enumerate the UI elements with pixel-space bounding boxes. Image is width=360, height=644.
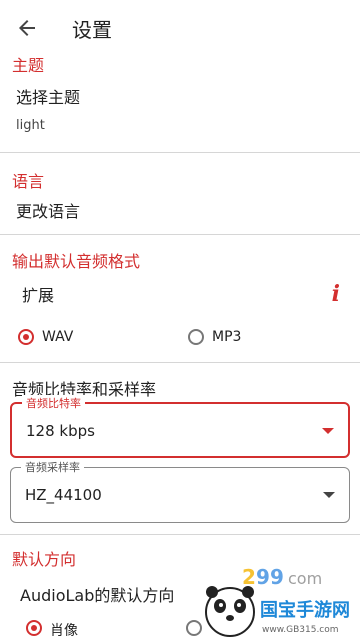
svg-text:2: 2 xyxy=(242,565,256,589)
section-title-output-format: 输出默认音频格式 xyxy=(12,252,141,271)
samplerate-field-value: HZ_44100 xyxy=(25,486,102,504)
dropdown-caret-icon xyxy=(323,492,335,498)
svg-text:国宝手游网: 国宝手游网 xyxy=(260,599,350,621)
info-icon[interactable]: i xyxy=(332,281,340,307)
bitrate-field-value: 128 kbps xyxy=(26,422,95,440)
divider xyxy=(0,234,360,235)
dropdown-caret-icon xyxy=(322,428,334,434)
svg-text:com: com xyxy=(288,569,322,588)
wav-radio[interactable] xyxy=(18,329,34,345)
svg-text:9: 9 xyxy=(256,565,270,589)
watermark-logo: 2 9 9 com 国宝手游网 www.GB315.com xyxy=(200,560,360,640)
bitrate-dropdown[interactable]: 音频比特率 128 kbps xyxy=(10,395,350,458)
page-title: 设置 xyxy=(72,18,112,42)
svg-text:www.GB315.com: www.GB315.com xyxy=(262,625,339,635)
section-title-theme: 主题 xyxy=(12,56,45,75)
svg-text:9: 9 xyxy=(270,565,284,589)
portrait-radio-label: 肖像 xyxy=(50,623,78,639)
default-orientation-label: AudioLab的默认方向 xyxy=(20,586,175,605)
portrait-radio[interactable] xyxy=(26,620,42,636)
choose-theme-item[interactable]: 选择主题 xyxy=(16,84,80,108)
change-language-item[interactable]: 更改语言 xyxy=(16,198,80,222)
app-bar: 设置 xyxy=(0,0,360,56)
divider xyxy=(0,362,360,363)
mp3-radio-label: MP3 xyxy=(212,329,242,345)
mp3-radio[interactable] xyxy=(188,329,204,345)
section-title-orientation: 默认方向 xyxy=(12,550,77,569)
samplerate-dropdown[interactable]: 音频采样率 HZ_44100 xyxy=(10,459,350,523)
theme-value: light xyxy=(16,118,45,133)
bitrate-field-label: 音频比特率 xyxy=(22,395,85,411)
wav-radio-label: WAV xyxy=(42,329,74,345)
divider xyxy=(0,152,360,153)
divider xyxy=(0,534,360,535)
samplerate-field-label: 音频采样率 xyxy=(21,459,84,475)
section-title-language: 语言 xyxy=(12,172,45,191)
extension-label: 扩展 xyxy=(22,286,55,305)
back-arrow-icon[interactable] xyxy=(14,16,40,40)
